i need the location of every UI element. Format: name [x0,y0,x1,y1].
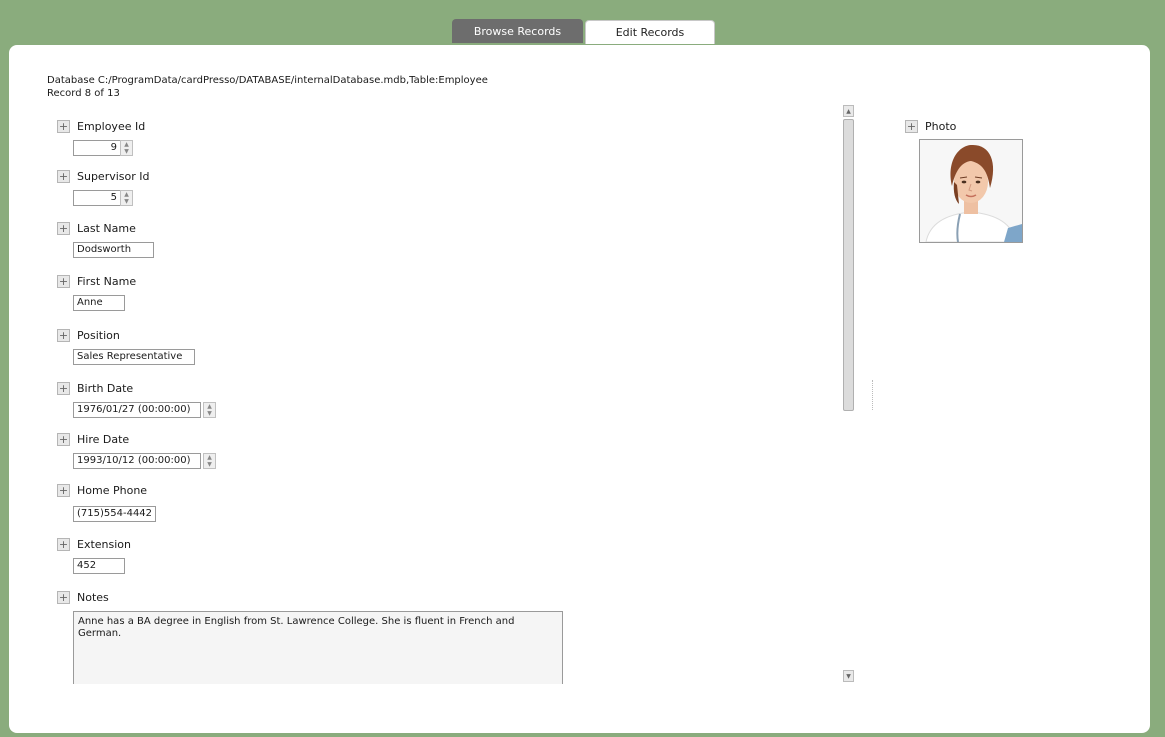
hire-date-input[interactable]: 1993/10/12 (00:00:00) [73,453,201,469]
employee-id-input[interactable]: 9 [73,140,123,156]
extension-input[interactable]: 452 [73,558,125,574]
spin-arrows-icon[interactable]: ▲ ▼ [120,190,133,206]
field-first-name: + First Name Anne [57,273,137,311]
plus-icon[interactable]: + [57,537,70,551]
field-label: Position [77,328,120,342]
field-label: Last Name [77,221,136,235]
birth-date-input[interactable]: 1976/01/27 (00:00:00) [73,402,201,418]
plus-icon[interactable]: + [57,483,70,497]
portrait-image [920,140,1022,242]
plus-icon[interactable]: + [57,221,70,235]
arrow-up-icon[interactable]: ▲ [843,105,854,117]
field-label: Birth Date [77,381,134,395]
record-position: Record 8 of 13 [47,88,120,99]
field-label: Notes [77,590,109,604]
last-name-input[interactable]: Dodsworth [73,242,154,258]
arrow-down-icon[interactable]: ▼ [843,670,854,682]
plus-icon[interactable]: + [57,169,70,183]
plus-icon[interactable]: + [57,274,70,288]
field-notes: + Notes Anne has a BA degree in English … [57,589,563,684]
plus-icon[interactable]: + [57,432,70,446]
position-input[interactable]: Sales Representative [73,349,195,365]
spin-arrows-icon[interactable]: ▲ ▼ [203,402,216,418]
tab-edit-records[interactable]: Edit Records [585,20,715,44]
field-photo: + Photo [905,118,1023,243]
field-hire-date: + Hire Date 1993/10/12 (00:00:00) ▲ ▼ [57,431,216,469]
vertical-scrollbar[interactable]: ▲ ▼ [843,105,855,688]
home-phone-input[interactable]: (715)554-4442 [73,506,156,522]
plus-icon[interactable]: + [57,328,70,342]
field-birth-date: + Birth Date 1976/01/27 (00:00:00) ▲ ▼ [57,380,216,418]
panel-splitter[interactable] [872,380,875,410]
first-name-input[interactable]: Anne [73,295,125,311]
database-path: Database C:/ProgramData/cardPresso/DATAB… [47,75,488,86]
supervisor-id-input[interactable]: 5 [73,190,123,206]
field-label: First Name [77,274,137,288]
plus-icon[interactable]: + [905,119,918,133]
field-home-phone: + Home Phone (715)554-4442 [57,482,156,522]
field-label: Extension [77,537,132,551]
plus-icon[interactable]: + [57,381,70,395]
spin-arrows-icon[interactable]: ▲ ▼ [203,453,216,469]
tab-browse-records[interactable]: Browse Records [452,19,583,43]
field-extension: + Extension 452 [57,536,132,574]
employee-photo[interactable] [919,139,1023,243]
field-label: Hire Date [77,432,130,446]
plus-icon[interactable]: + [57,119,70,133]
field-last-name: + Last Name Dodsworth [57,220,154,258]
plus-icon[interactable]: + [57,590,70,604]
scrollbar-thumb[interactable] [843,119,854,411]
field-position: + Position Sales Representative [57,327,195,365]
field-label: Home Phone [77,483,148,497]
spin-arrows-icon[interactable]: ▲ ▼ [120,140,133,156]
field-label: Employee Id [77,119,146,133]
fields-area: + Employee Id 9 ▲ ▼ + Supervisor Id 5 ▲ ▼ … [57,118,817,684]
field-supervisor-id: + Supervisor Id 5 ▲ ▼ [57,168,150,206]
field-label: Photo [925,119,957,133]
field-label: Supervisor Id [77,169,150,183]
notes-textarea[interactable]: Anne has a BA degree in English from St.… [73,611,563,684]
field-employee-id: + Employee Id 9 ▲ ▼ [57,118,146,156]
